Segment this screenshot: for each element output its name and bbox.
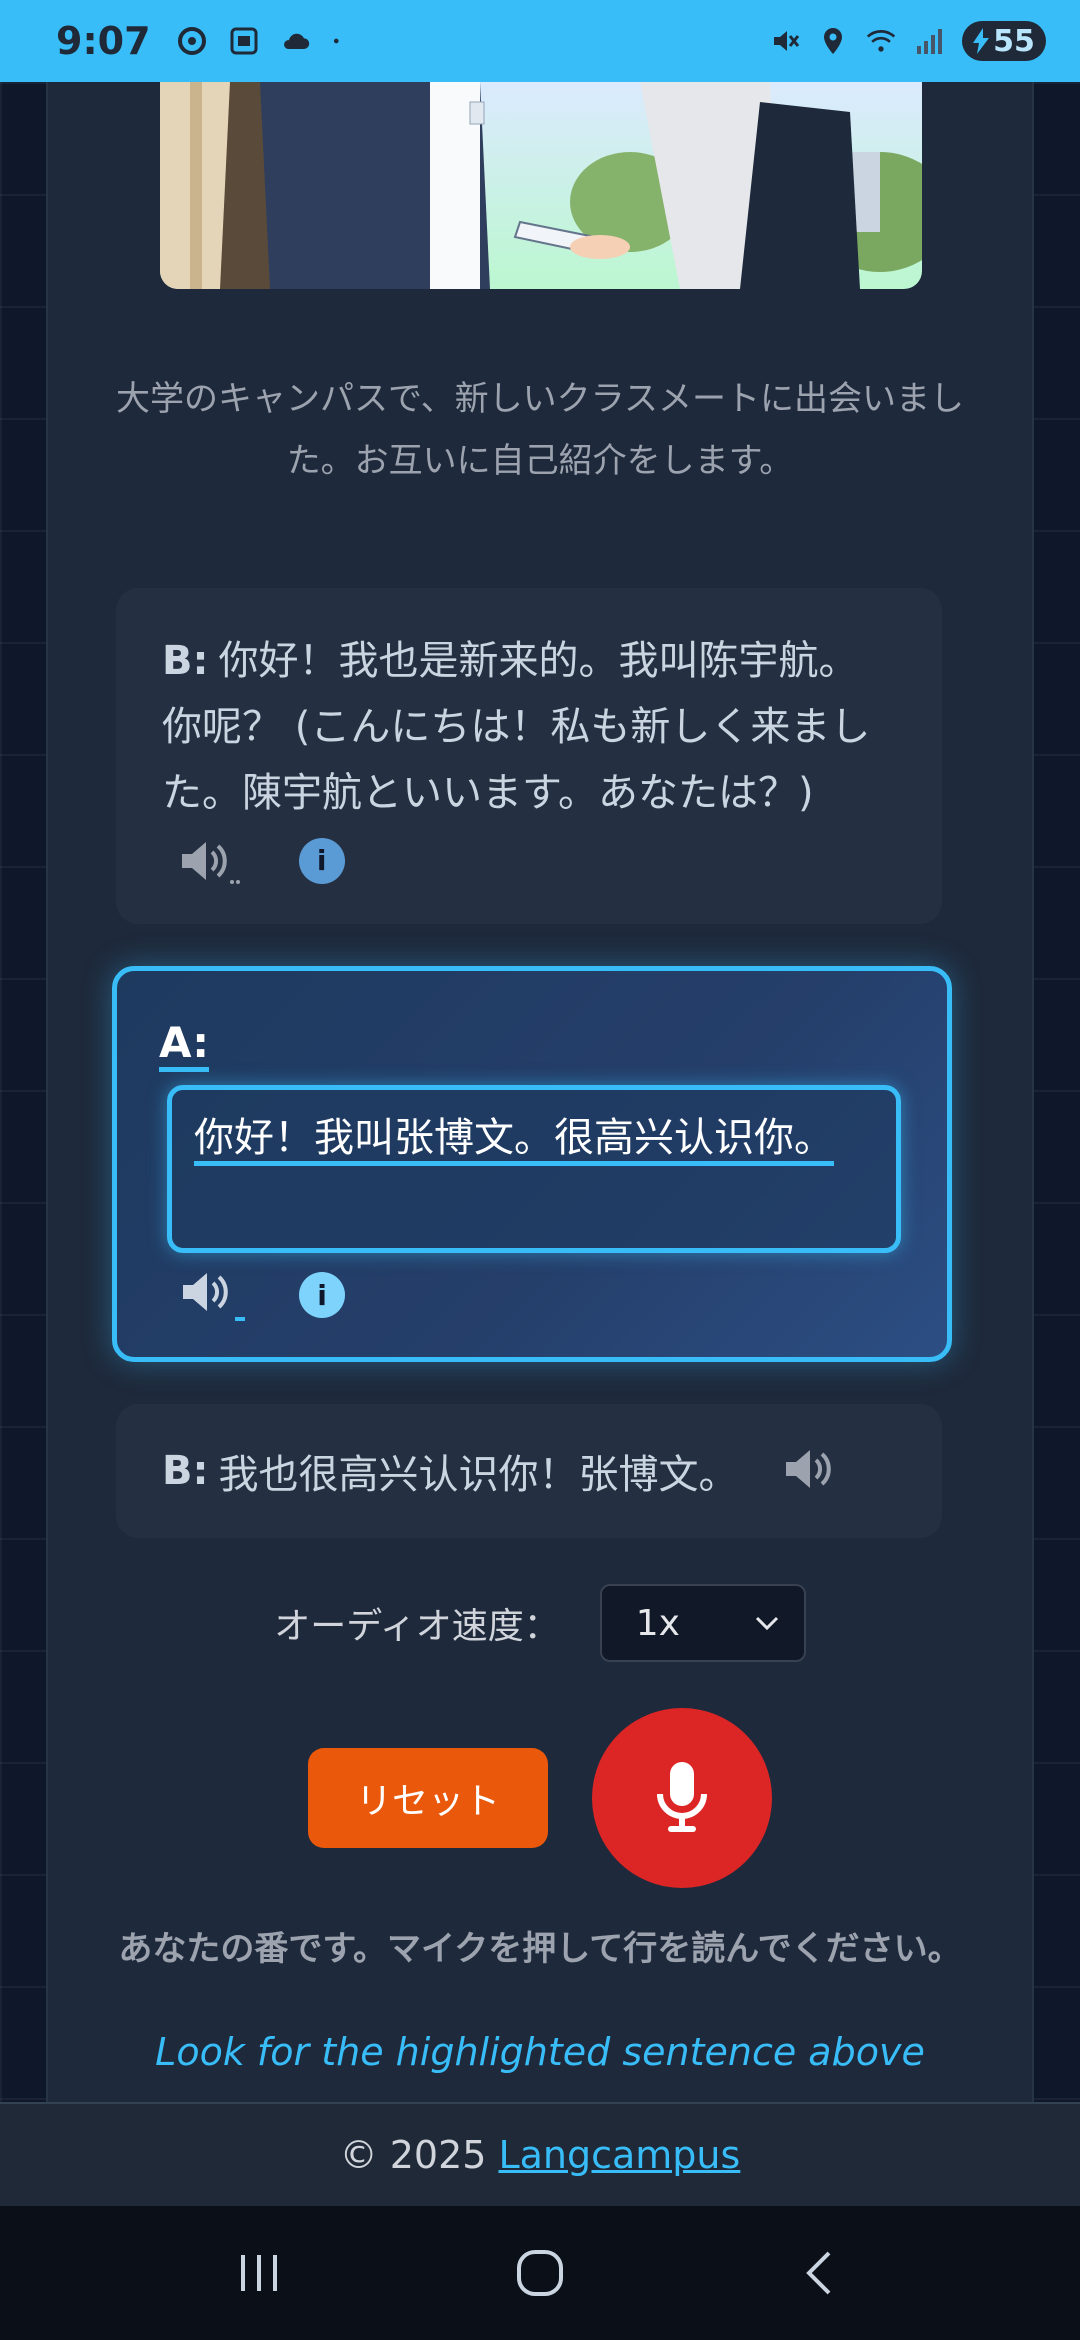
audio-speed-row: オーディオ速度： 1x — [0, 1584, 1080, 1662]
hint-text: Look for the highlighted sentence above — [155, 2030, 925, 2074]
audio-speed-select[interactable]: 1x — [599, 1584, 806, 1662]
scene-illustration — [160, 82, 922, 289]
highlighted-text: 你好！我叫张博文。很高兴认识你。 — [194, 1115, 834, 1166]
scenario-description: 大学のキャンパスで、新しいクラスメートに出会いました。お互いに自己紹介をします。 — [116, 379, 964, 481]
info-icon[interactable]: i — [298, 838, 345, 884]
speaker-label: A: — [159, 1019, 210, 1072]
home-icon[interactable] — [514, 2247, 566, 2299]
cloud-icon — [283, 33, 309, 49]
back-icon[interactable] — [797, 2249, 845, 2297]
system-nav-bar — [0, 2206, 1080, 2340]
signal-icon — [917, 29, 942, 54]
dot-icon — [333, 38, 339, 44]
charging-icon — [973, 28, 990, 54]
highlighted-sentence: 你好！我叫张博文。很高兴认识你。 — [167, 1085, 901, 1253]
speaker-icon[interactable] — [179, 1267, 249, 1323]
copyright-text: © 2025 — [339, 2133, 487, 2177]
speaker-icon[interactable] — [782, 1446, 846, 1496]
speaker-label: B: — [162, 638, 209, 684]
microphone-button[interactable] — [592, 1708, 772, 1888]
microphone-icon — [657, 1762, 707, 1832]
reset-button[interactable]: リセット — [308, 1748, 548, 1848]
speaker-icon[interactable] — [176, 836, 246, 886]
screenshot-icon — [230, 27, 258, 55]
dialogue-text: 你好！我也是新来的。我叫陈宇航。你呢？ (こんにちは！私も新しく来ました。陳宇航… — [162, 638, 871, 816]
turn-instruction: あなたの番です。マイクを押して行を読んでください。 — [118, 1929, 962, 1969]
footer: © 2025 Langcampus — [0, 2102, 1080, 2206]
battery-indicator: 55 — [962, 21, 1046, 61]
status-bar: 9:07 55 — [0, 0, 1080, 82]
info-icon[interactable]: i — [299, 1272, 345, 1318]
wifi-icon — [866, 30, 896, 52]
chevron-down-icon — [755, 1616, 778, 1631]
dialogue-line-3: B: 我也很高兴认识你！张博文。 — [116, 1404, 942, 1538]
audio-speed-value: 1x — [635, 1602, 680, 1644]
location-icon — [824, 28, 842, 54]
battery-level: 55 — [993, 23, 1035, 59]
dialogue-text: 我也很高兴认识你！张博文。 — [218, 1452, 739, 1498]
status-time: 9:07 — [56, 19, 151, 63]
recent-apps-icon[interactable] — [235, 2249, 283, 2297]
audio-speed-label: オーディオ速度： — [274, 1606, 560, 1647]
dialogue-line-1: B: 你好！我也是新来的。我叫陈宇航。你呢？ (こんにちは！私も新しく来ました。陳… — [116, 588, 942, 924]
langcampus-link[interactable]: Langcampus — [498, 2133, 740, 2177]
speaker-label: B: — [162, 1448, 209, 1494]
mute-icon — [774, 31, 800, 51]
active-dialogue-line: A: 你好！我叫张博文。很高兴认识你。 i — [112, 966, 952, 1362]
chrome-icon — [177, 27, 206, 55]
